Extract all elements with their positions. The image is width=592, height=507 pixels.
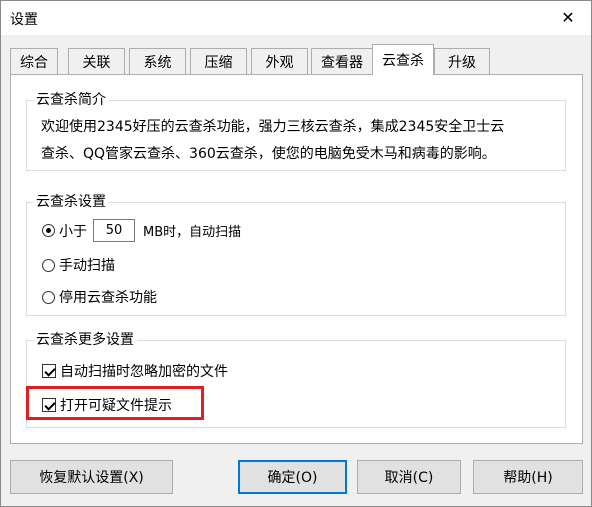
- intro-group: 云查杀简介 欢迎使用2345好压的云查杀功能，强力三核云查杀，集成2345安全卫…: [26, 90, 566, 171]
- tab-viewer[interactable]: 查看器: [311, 48, 373, 74]
- title-bar: 设置 ✕: [1, 1, 591, 35]
- ignore-encrypted-checkbox[interactable]: [42, 364, 56, 378]
- ignore-encrypted-option[interactable]: 自动扫描时忽略加密的文件: [42, 361, 228, 381]
- radio-disable-label: 停用云查杀功能: [59, 290, 157, 306]
- suspicious-prompt-checkbox[interactable]: [42, 398, 56, 412]
- tab-upgrade[interactable]: 升级: [434, 48, 490, 74]
- tab-system[interactable]: 系统: [129, 48, 186, 74]
- suspicious-prompt-option[interactable]: 打开可疑文件提示: [42, 395, 172, 415]
- radio-disable-option[interactable]: 停用云查杀功能: [42, 287, 157, 307]
- radio-manual-option[interactable]: 手动扫描: [42, 255, 115, 275]
- radio-manual-label: 手动扫描: [59, 258, 115, 274]
- size-limit-input[interactable]: [93, 219, 135, 242]
- settings-window: 设置 ✕ 综合 关联 系统 压缩 外观 查看器 云查杀 升级 云查杀简介 欢迎使…: [0, 0, 592, 507]
- intro-line-2: 查杀、QQ管家云查杀、360云查杀，使您的电脑免受木马和病毒的影响。: [41, 146, 496, 162]
- window-title: 设置: [10, 12, 38, 28]
- tab-association[interactable]: 关联: [68, 48, 125, 74]
- intro-text: 欢迎使用2345好压的云查杀功能，强力三核云查杀，集成2345安全卫士云 查杀、…: [41, 114, 561, 168]
- tab-cloud-scan[interactable]: 云查杀: [372, 44, 434, 75]
- close-icon[interactable]: ✕: [545, 1, 591, 33]
- scan-settings-legend: 云查杀设置: [33, 192, 109, 212]
- suspicious-prompt-label: 打开可疑文件提示: [60, 398, 172, 414]
- ignore-encrypted-label: 自动扫描时忽略加密的文件: [60, 364, 228, 380]
- more-settings-legend: 云查杀更多设置: [33, 330, 137, 350]
- tab-general[interactable]: 综合: [10, 48, 58, 74]
- radio-disable-button[interactable]: [42, 290, 55, 304]
- tab-appearance[interactable]: 外观: [251, 48, 308, 74]
- restore-defaults-button[interactable]: 恢复默认设置(X): [10, 460, 173, 494]
- intro-legend: 云查杀简介: [33, 90, 109, 110]
- tab-panel-cloud-scan: 云查杀简介 欢迎使用2345好压的云查杀功能，强力三核云查杀，集成2345安全卫…: [10, 74, 583, 444]
- intro-line-1: 欢迎使用2345好压的云查杀功能，强力三核云查杀，集成2345安全卫士云: [41, 119, 505, 135]
- more-settings-group: 云查杀更多设置 自动扫描时忽略加密的文件 打开可疑文件提示: [26, 330, 566, 428]
- radio-size-option[interactable]: 小于 MB时，自动扫描: [42, 219, 241, 242]
- radio-size-button[interactable]: [42, 224, 55, 237]
- cancel-button[interactable]: 取消(C): [357, 460, 461, 494]
- size-unit-label: MB时，自动扫描: [143, 225, 242, 240]
- scan-settings-group: 云查杀设置 小于 MB时，自动扫描 手动扫描 停用云查杀功能: [26, 192, 566, 316]
- help-button[interactable]: 帮助(H): [473, 460, 583, 494]
- ok-button[interactable]: 确定(O): [238, 460, 347, 494]
- radio-manual-button[interactable]: [42, 258, 55, 272]
- tab-compression[interactable]: 压缩: [190, 48, 247, 74]
- radio-size-label: 小于: [59, 223, 87, 240]
